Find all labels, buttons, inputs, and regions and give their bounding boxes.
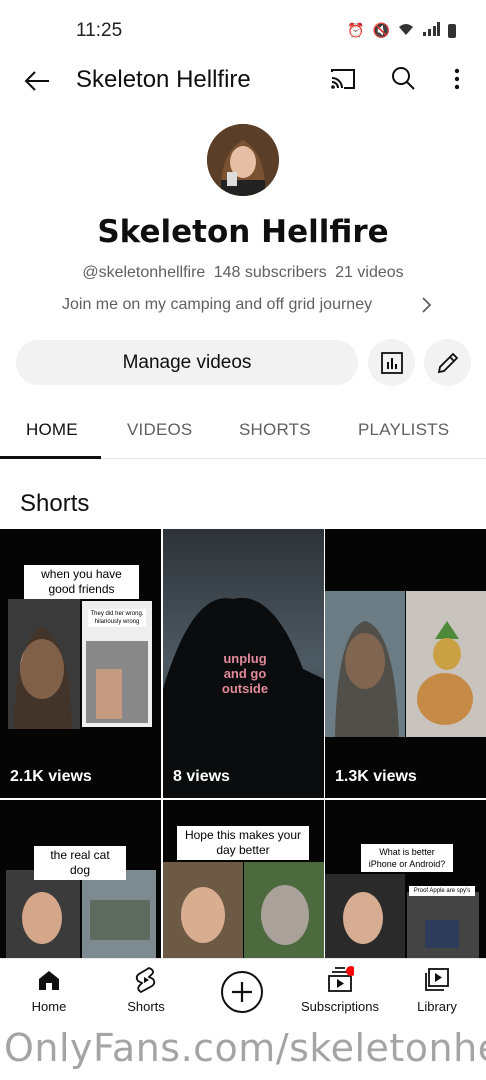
shorts-icon bbox=[135, 966, 156, 994]
manage-videos-button[interactable]: Manage videos bbox=[16, 340, 358, 385]
short-caption: when you have good friends bbox=[24, 565, 139, 599]
tab-playlists[interactable]: PLAYLISTS bbox=[358, 420, 449, 440]
status-bar: 11:25 ⏰ 🔇 bbox=[0, 0, 486, 58]
create-button[interactable] bbox=[221, 971, 263, 1013]
arrow-left-icon bbox=[24, 71, 49, 91]
pencil-icon bbox=[437, 352, 458, 373]
channel-meta: @skeletonhellfire 148 subscribers 21 vid… bbox=[0, 264, 486, 282]
analytics-icon bbox=[380, 351, 403, 374]
nav-shorts-label: Shorts bbox=[127, 999, 165, 1014]
app-bar: Skeleton Hellfire bbox=[0, 58, 486, 104]
signal-icon bbox=[422, 22, 440, 39]
back-button[interactable] bbox=[20, 64, 54, 98]
video-count: 21 videos bbox=[335, 264, 404, 281]
shorts-section-title: Shorts bbox=[20, 490, 90, 517]
plus-icon bbox=[232, 982, 252, 1002]
nav-library-label: Library bbox=[417, 999, 457, 1014]
alarm-icon: ⏰ bbox=[347, 22, 365, 38]
short-caption: unplug and go outside bbox=[221, 651, 269, 696]
tab-videos[interactable]: VIDEOS bbox=[127, 420, 192, 440]
short-thumbnail bbox=[325, 529, 486, 798]
subscriber-count: 148 subscribers bbox=[213, 264, 327, 281]
short-inner-caption: They did her wrong. hilariously wrong bbox=[88, 609, 146, 627]
nav-library[interactable]: Library bbox=[392, 965, 482, 1014]
short-thumbnail bbox=[163, 800, 324, 959]
subscriptions-icon bbox=[328, 966, 354, 992]
status-icons: ⏰ 🔇 bbox=[347, 22, 456, 39]
search-button[interactable] bbox=[388, 64, 422, 98]
short-views: 8 views bbox=[173, 768, 230, 785]
watermark: OnlyFans.com/skeletonhe bbox=[4, 1026, 486, 1070]
channel-handle: @skeletonhellfire bbox=[82, 264, 206, 281]
more-options-button[interactable] bbox=[442, 64, 472, 98]
shorts-grid: when you have good friends They did her … bbox=[0, 529, 486, 959]
active-tab-indicator bbox=[0, 456, 101, 459]
short-inner-caption: Proof Apple are spy's bbox=[409, 886, 475, 896]
more-vert-icon bbox=[454, 68, 460, 90]
short-tile[interactable]: 1.3K views bbox=[325, 529, 486, 798]
channel-description[interactable]: Join me on my camping and off grid journ… bbox=[62, 296, 432, 314]
cast-button[interactable] bbox=[328, 64, 362, 98]
short-caption: What is better iPhone or Android? bbox=[361, 844, 453, 872]
home-icon bbox=[39, 971, 59, 990]
nav-home[interactable]: Home bbox=[4, 965, 94, 1014]
chevron-right-icon bbox=[422, 297, 432, 313]
mute-icon: 🔇 bbox=[372, 22, 390, 38]
status-time: 11:25 bbox=[76, 20, 123, 41]
channel-avatar[interactable] bbox=[207, 124, 279, 196]
channel-tabs: HOME VIDEOS SHORTS PLAYLISTS bbox=[0, 402, 486, 459]
short-views: 2.1K views bbox=[10, 768, 92, 785]
short-tile[interactable]: unplug and go outside 8 views bbox=[163, 529, 324, 798]
nav-subscriptions[interactable]: Subscriptions bbox=[295, 965, 385, 1014]
short-caption: Hope this makes your day better bbox=[177, 826, 309, 860]
edit-channel-button[interactable] bbox=[424, 339, 471, 386]
tab-shorts[interactable]: SHORTS bbox=[239, 420, 311, 440]
search-icon bbox=[392, 67, 415, 90]
nav-home-label: Home bbox=[31, 999, 67, 1014]
library-icon bbox=[425, 968, 449, 991]
battery-icon bbox=[448, 23, 456, 38]
wifi-icon bbox=[398, 22, 414, 39]
tab-home[interactable]: HOME bbox=[26, 420, 78, 440]
short-tile[interactable]: What is better iPhone or Android? Proof … bbox=[325, 800, 486, 959]
short-thumbnail bbox=[325, 800, 486, 959]
short-tile[interactable]: Hope this makes your day better bbox=[163, 800, 324, 959]
short-views: 1.3K views bbox=[335, 768, 417, 785]
channel-description-text: Join me on my camping and off grid journ… bbox=[62, 296, 373, 313]
app-title: Skeleton Hellfire bbox=[76, 66, 251, 93]
cast-icon bbox=[331, 69, 355, 89]
bottom-navigation: Home Shorts Subscriptions Library bbox=[0, 958, 486, 1024]
nav-shorts[interactable]: Shorts bbox=[101, 965, 191, 1014]
short-tile[interactable]: when you have good friends They did her … bbox=[0, 529, 161, 798]
nav-subscriptions-label: Subscriptions bbox=[300, 999, 380, 1014]
short-caption: the real cat dog bbox=[34, 846, 126, 880]
short-tile[interactable]: the real cat dog bbox=[0, 800, 161, 959]
analytics-button[interactable] bbox=[368, 339, 415, 386]
channel-name: Skeleton Hellfire bbox=[97, 214, 389, 250]
